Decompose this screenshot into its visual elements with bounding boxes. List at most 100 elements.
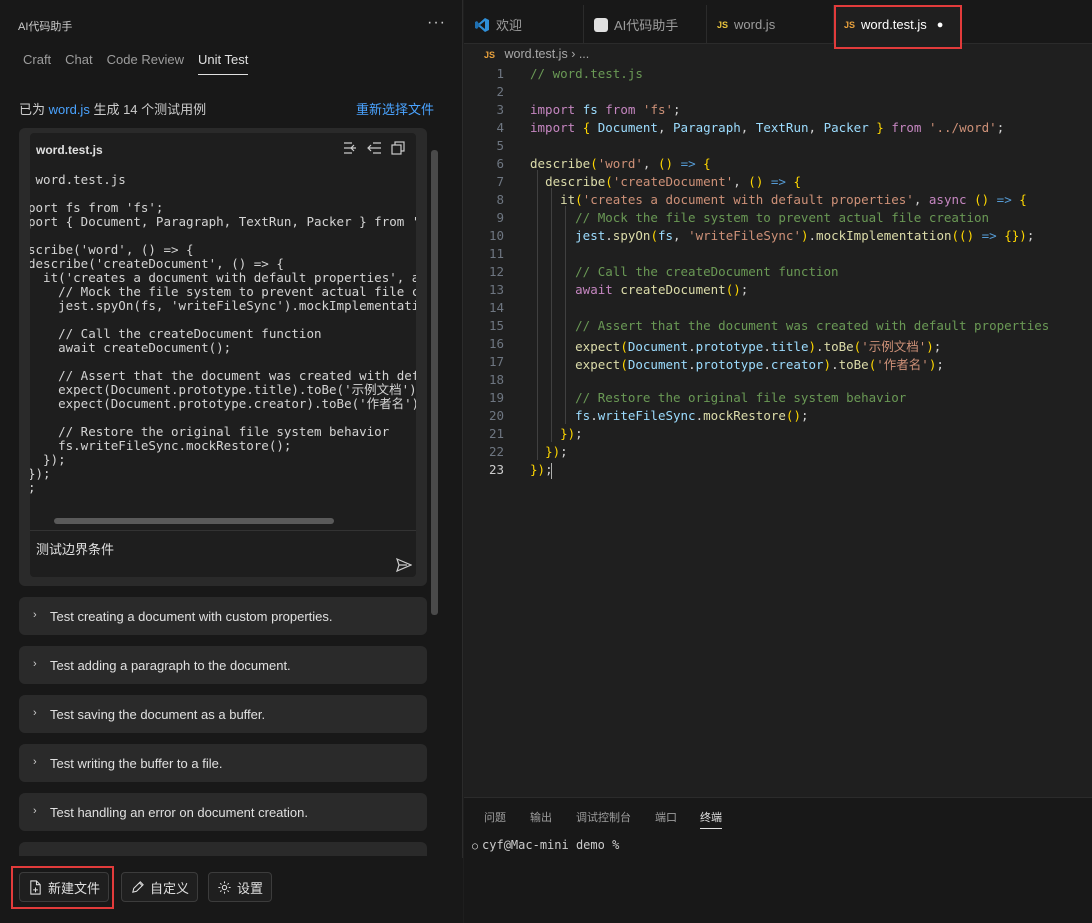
code-line[interactable]: expect(Document.prototype.title).toBe('示… [530, 336, 941, 355]
tab-terminal[interactable]: 终端 [700, 809, 722, 829]
gear-icon [218, 880, 231, 894]
code-line[interactable]: import fs from 'fs'; [530, 102, 681, 117]
action-bar: 新建文件 自定义 设置 [0, 858, 463, 923]
tab-debug-console[interactable]: 调试控制台 [576, 809, 631, 825]
js-file-icon: JS [717, 19, 729, 30]
vscode-icon [475, 17, 489, 32]
settings-button[interactable]: 设置 [208, 872, 273, 902]
tab-chat[interactable]: Chat [65, 52, 92, 75]
tab-unit-test[interactable]: Unit Test [197, 52, 249, 75]
line-number: 8 [496, 192, 504, 207]
tab-label: 欢迎 [496, 18, 523, 33]
tab-label: word.js [734, 17, 776, 32]
extension-icon [594, 17, 608, 32]
breadcrumb-file[interactable]: word.test.js [505, 47, 568, 61]
line-number: 2 [496, 84, 504, 99]
line-number: 22 [488, 444, 504, 459]
generation-status: 已为 word.js 生成 14 个测试用例 [19, 99, 206, 118]
code-line[interactable]: }); [530, 462, 553, 477]
indent-guide [551, 188, 552, 442]
line-number: 7 [496, 174, 504, 189]
code-line[interactable]: expect(Document.prototype.creator).toBe(… [530, 354, 944, 373]
vertical-scrollbar[interactable] [431, 150, 438, 615]
test-case-label: Test creating a document with custom pro… [50, 609, 333, 624]
chevron-right-icon: › [33, 609, 37, 621]
customize-button[interactable]: 自定义 [121, 872, 199, 902]
test-case-label: Test adding a paragraph to the document. [50, 658, 291, 673]
more-actions-icon[interactable]: ··· [427, 14, 446, 32]
code-line[interactable]: import { Document, Paragraph, TextRun, P… [530, 120, 1004, 135]
code-line[interactable]: describe('word', () => { [530, 156, 711, 171]
indent-guide [565, 206, 566, 424]
editor-area: 欢迎 AI代码助手 JS word.js JS word.test.js ● J… [464, 0, 1092, 923]
circle-icon: ○ [472, 841, 479, 852]
test-case-label: Test writing the buffer to a file. [50, 756, 223, 771]
code-line[interactable]: // Mock the file system to prevent actua… [530, 210, 989, 225]
prompt-input-row: 测试边界条件 [30, 530, 416, 577]
test-case-label: Test saving the document as a buffer. [50, 707, 266, 722]
prompt-input[interactable]: 测试边界条件 [36, 539, 114, 558]
js-file-icon: JS [484, 50, 496, 60]
code-line[interactable]: jest.spyOn(fs, 'writeFileSync').mockImpl… [530, 228, 1034, 243]
highlight-box [11, 866, 114, 909]
tab-ai-assistant[interactable]: AI代码助手 [584, 5, 707, 44]
send-icon[interactable] [396, 557, 412, 573]
code-editor[interactable]: 1// word.test.js 2 3 import fs from 'fs'; 4 i… [464, 66, 1092, 486]
test-case-item[interactable]: › Test writing the buffer to a file. [19, 744, 427, 782]
code-line[interactable]: // Call the createDocument function [530, 264, 838, 279]
status-suffix: 生成 14 个测试用例 [93, 102, 207, 117]
line-number: 10 [488, 228, 504, 243]
code-line[interactable]: // Assert that the document was created … [530, 318, 1049, 333]
tab-word-js[interactable]: JS word.js [707, 5, 834, 44]
chevron-right-icon: › [33, 707, 37, 719]
code-line[interactable]: await createDocument(); [530, 282, 748, 297]
code-line[interactable]: it('creates a document with default prop… [530, 192, 1027, 207]
line-number: 3 [496, 102, 504, 117]
tab-craft[interactable]: Craft [23, 52, 51, 75]
copy-icon[interactable] [390, 140, 406, 156]
test-case-label: Test handling an error on document creat… [50, 805, 308, 820]
status-prefix: 已为 [19, 102, 46, 117]
chevron-right-icon: › [33, 658, 37, 670]
chevron-right-icon: › [33, 805, 37, 817]
test-case-item[interactable]: › Test creating a document with custom p… [19, 597, 427, 635]
pencil-icon [132, 880, 144, 893]
replace-code-icon[interactable] [367, 140, 383, 156]
tab-output[interactable]: 输出 [530, 809, 552, 825]
line-number: 1 [496, 66, 504, 81]
line-number: 6 [496, 156, 504, 171]
code-line[interactable]: // Restore the original file system beha… [530, 390, 906, 405]
test-case-item[interactable]: › Test adding a paragraph to the documen… [19, 646, 427, 684]
reselect-file-link[interactable]: 重新选择文件 [356, 99, 434, 118]
line-number: 11 [488, 246, 504, 261]
line-number: 14 [488, 300, 504, 315]
test-cases-list[interactable]: word.test.js word.test.js port fs from '… [19, 128, 427, 856]
test-case-item[interactable]: › Test saving the document as a buffer. [19, 695, 427, 733]
line-number: 18 [488, 372, 504, 387]
line-number: 5 [496, 138, 504, 153]
code-line[interactable]: }); [530, 444, 568, 459]
line-number: 17 [488, 354, 504, 369]
code-line[interactable]: // word.test.js [530, 66, 643, 81]
tab-welcome[interactable]: 欢迎 [464, 5, 584, 44]
tab-ports[interactable]: 端口 [655, 809, 677, 825]
status-file-link[interactable]: word.js [49, 102, 90, 117]
code-line[interactable]: describe('createDocument', () => { [530, 174, 801, 189]
tab-code-review[interactable]: Code Review [107, 52, 184, 75]
insert-code-icon[interactable] [342, 140, 358, 156]
terminal-text: cyf@Mac-mini demo % [482, 838, 620, 852]
code-line[interactable]: fs.writeFileSync.mockRestore(); [530, 408, 808, 423]
test-case-item[interactable]: › Test handling an error on document cre… [19, 793, 427, 831]
customize-label: 自定义 [150, 880, 190, 896]
code-preview: word.test.js word.test.js port fs from '… [30, 133, 416, 577]
highlight-box [834, 5, 962, 49]
expanded-test-card: word.test.js word.test.js port fs from '… [19, 128, 427, 586]
line-number: 15 [488, 318, 504, 333]
terminal-prompt[interactable]: ○ cyf@Mac-mini demo % [472, 838, 619, 852]
horizontal-scrollbar[interactable] [54, 518, 334, 524]
tab-problems[interactable]: 问题 [484, 809, 506, 825]
breadcrumb-rest[interactable]: › ... [571, 47, 589, 61]
indent-guide [537, 170, 538, 460]
tab-label: AI代码助手 [614, 18, 679, 33]
test-case-item[interactable] [19, 842, 427, 856]
